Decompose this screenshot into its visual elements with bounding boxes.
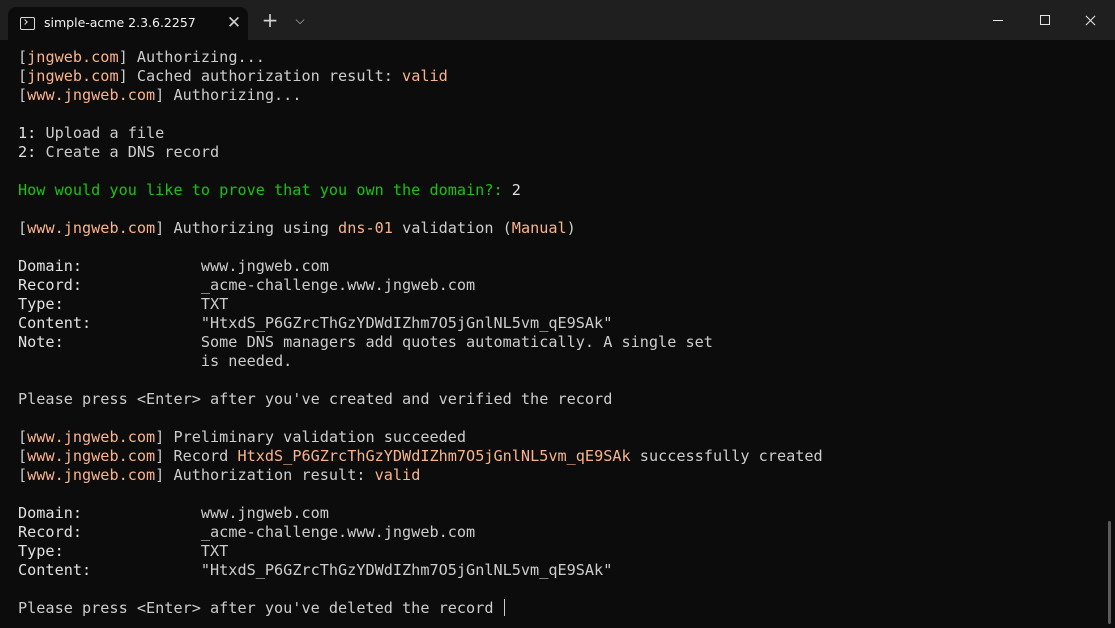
- terminal-text: www.jngweb.com: [27, 466, 156, 484]
- terminal-text: "HtxdS_P6GZrcThGzYDWdIZhm7O5jGnlNL5vm_qE…: [91, 561, 613, 579]
- terminal-line: Please press <Enter> after you've create…: [18, 390, 1098, 409]
- title-bar: simple-acme 2.3.6.2257 ✕ + ⌵: [0, 0, 1115, 40]
- terminal-text: www.jngweb.com: [82, 257, 329, 275]
- terminal-line: Content: "HtxdS_P6GZrcThGzYDWdIZhm7O5jGn…: [18, 314, 1098, 333]
- terminal-text: _acme-challenge.www.jngweb.com: [82, 276, 476, 294]
- terminal-text: is needed.: [18, 352, 293, 370]
- terminal-text: HtxdS_P6GZrcThGzYDWdIZhm7O5jGnlNL5vm_qE9…: [237, 447, 631, 465]
- terminal-text: [: [18, 447, 28, 465]
- terminal-line: 1: Upload a file: [18, 124, 1098, 143]
- terminal-text: Content:: [18, 561, 92, 579]
- terminal-text: ] Authorizing...: [155, 86, 302, 104]
- terminal-text: Please press <Enter> after you've create…: [18, 390, 613, 408]
- terminal-line: Domain: www.jngweb.com: [18, 257, 1098, 276]
- terminal-output[interactable]: [jngweb.com] Authorizing... [jngweb.com] …: [18, 48, 1098, 623]
- terminal-text: Create a DNS record: [45, 143, 220, 161]
- terminal-line: Content: "HtxdS_P6GZrcThGzYDWdIZhm7O5jGn…: [18, 561, 1098, 580]
- terminal-text: [: [18, 48, 28, 66]
- terminal-text: ): [566, 219, 576, 237]
- terminal-line: [www.jngweb.com] Authorizing...: [18, 86, 1098, 105]
- terminal-text: valid: [374, 466, 421, 484]
- terminal-line: How would you like to prove that you own…: [18, 181, 1098, 200]
- terminal-text: [: [18, 428, 28, 446]
- terminal-line: Record: _acme-challenge.www.jngweb.com: [18, 276, 1098, 295]
- terminal-text: successfully created: [630, 447, 823, 465]
- terminal-text: [: [18, 86, 28, 104]
- terminal-line: [www.jngweb.com] Authorizing using dns-0…: [18, 219, 1098, 238]
- terminal-text: www.jngweb.com: [82, 504, 329, 522]
- terminal-line: is needed.: [18, 352, 1098, 371]
- terminal-text: Manual: [511, 219, 567, 237]
- close-window-button[interactable]: [1067, 0, 1113, 40]
- terminal-line: Please press <Enter> after you've delete…: [18, 599, 1098, 618]
- terminal-text: _acme-challenge.www.jngweb.com: [82, 523, 476, 541]
- terminal-text: Note:: [18, 333, 64, 351]
- terminal-text: ] Cached authorization result:: [118, 67, 403, 85]
- text-cursor: [503, 599, 505, 616]
- terminal-text: ] Authorizing...: [118, 48, 265, 66]
- terminal-line: Record: _acme-challenge.www.jngweb.com: [18, 523, 1098, 542]
- scrollbar-thumb[interactable]: [1108, 521, 1111, 624]
- terminal-text: How would you like to prove that you own…: [18, 181, 512, 199]
- terminal-icon: [20, 17, 35, 30]
- chevron-down-icon[interactable]: ⌵: [290, 9, 310, 31]
- tab-title: simple-acme 2.3.6.2257: [44, 15, 196, 30]
- terminal-text: www.jngweb.com: [27, 86, 156, 104]
- terminal-text: Upload a file: [45, 124, 165, 142]
- terminal-line: [www.jngweb.com] Record HtxdS_P6GZrcThGz…: [18, 447, 1098, 466]
- terminal-line: 2: Create a DNS record: [18, 143, 1098, 162]
- terminal-line: [jngweb.com] Authorizing...: [18, 48, 1098, 67]
- terminal-text: "HtxdS_P6GZrcThGzYDWdIZhm7O5jGnlNL5vm_qE…: [91, 314, 613, 332]
- terminal-line: Note: Some DNS managers add quotes autom…: [18, 333, 1098, 352]
- terminal-text: [: [18, 466, 28, 484]
- terminal-text: ] Authorization result:: [155, 466, 375, 484]
- terminal-text: Record:: [18, 276, 83, 294]
- terminal-text: valid: [402, 67, 448, 85]
- terminal-text: TXT: [63, 295, 229, 313]
- terminal-text: 2:: [18, 143, 46, 161]
- terminal-text: www.jngweb.com: [27, 428, 156, 446]
- terminal-text: [: [18, 219, 28, 237]
- minimize-button[interactable]: [975, 0, 1021, 40]
- terminal-text: [: [18, 67, 28, 85]
- terminal-text: Domain:: [18, 257, 83, 275]
- terminal-text: Content:: [18, 314, 92, 332]
- new-tab-button[interactable]: +: [259, 9, 281, 31]
- terminal-text: 1:: [18, 124, 46, 142]
- terminal-text: Some DNS managers add quotes automatical…: [63, 333, 713, 351]
- terminal-text: Domain:: [18, 504, 83, 522]
- terminal-text: Please press <Enter> after you've delete…: [18, 599, 503, 617]
- terminal-line: Domain: www.jngweb.com: [18, 504, 1098, 523]
- terminal-text: validation (: [392, 219, 512, 237]
- terminal-text: www.jngweb.com: [27, 447, 156, 465]
- terminal-text: ] Authorizing using: [155, 219, 339, 237]
- terminal-line: [www.jngweb.com] Preliminary validation …: [18, 428, 1098, 447]
- terminal-line: [www.jngweb.com] Authorization result: v…: [18, 466, 1098, 485]
- terminal-text: Record:: [18, 523, 83, 541]
- tab-close-button[interactable]: ✕: [226, 15, 242, 32]
- terminal-text: Type:: [18, 295, 64, 313]
- terminal-text: Type:: [18, 542, 64, 560]
- terminal-text: jngweb.com: [27, 48, 119, 66]
- terminal-text: www.jngweb.com: [27, 219, 156, 237]
- terminal-line: Type: TXT: [18, 295, 1098, 314]
- terminal-text: jngweb.com: [27, 67, 119, 85]
- maximize-button[interactable]: [1021, 0, 1067, 40]
- terminal-text: 2: [511, 181, 521, 199]
- terminal-text: ] Preliminary validation succeeded: [155, 428, 467, 446]
- terminal-text: TXT: [63, 542, 229, 560]
- terminal-text: ] Record: [155, 447, 238, 465]
- terminal-text: dns-01: [338, 219, 393, 237]
- terminal-line: [jngweb.com] Cached authorization result…: [18, 67, 1098, 86]
- terminal-tab[interactable]: simple-acme 2.3.6.2257 ✕: [8, 7, 248, 40]
- terminal-line: Type: TXT: [18, 542, 1098, 561]
